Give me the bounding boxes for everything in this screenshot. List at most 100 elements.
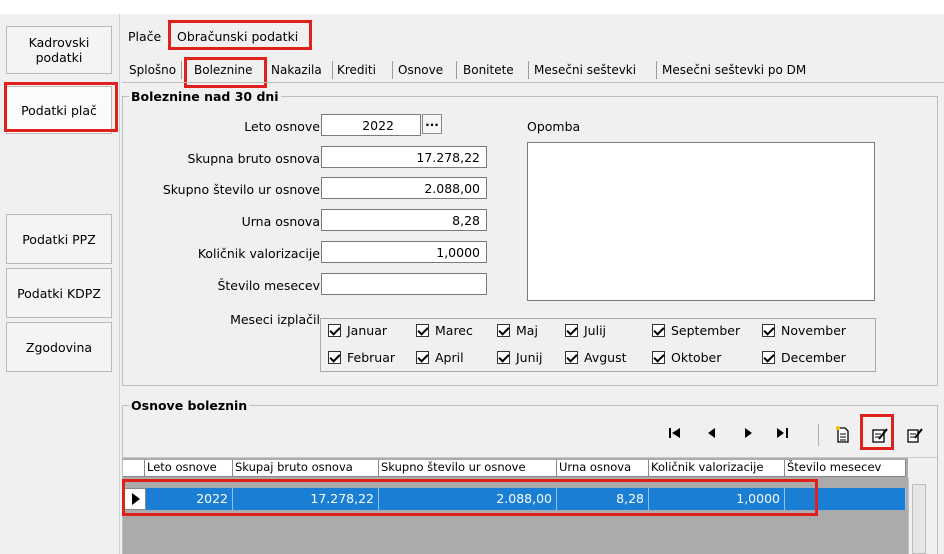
label-stevilo-mesecev: Število mesecev [217, 278, 320, 293]
grid-toolbar [123, 418, 937, 458]
tab-krediti[interactable]: Krediti [337, 63, 376, 77]
tab-osnove[interactable]: Osnove [398, 63, 443, 77]
skupna-bruto-osnova-field[interactable]: 17.278,22 [321, 146, 487, 168]
checkbox-icon [416, 324, 429, 337]
checkbox-april[interactable]: April [416, 350, 464, 365]
tab-place[interactable]: Plače [128, 29, 161, 44]
label-meseci-izplacil: Meseci izplačil [230, 312, 320, 327]
tab-nakazila[interactable]: Nakazila [271, 63, 322, 77]
tab-mesecni-sestevki-po-dm[interactable]: Mesečni seštevki po DM [662, 63, 806, 77]
column-header-urna-osnova[interactable]: Urna osnova [557, 460, 649, 477]
new-record-icon[interactable] [835, 425, 851, 443]
label-leto-osnove: Leto osnove [244, 119, 320, 134]
column-header-kolicnik-valorizacije[interactable]: Količnik valorizacije [649, 460, 785, 477]
tab-bonitete[interactable]: Bonitete [463, 63, 514, 77]
checkbox-julij[interactable]: Julij [565, 323, 606, 338]
checkbox-icon [565, 351, 578, 364]
skupno-stevilo-ur-field[interactable]: 2.088,00 [321, 177, 487, 199]
next-record-icon[interactable] [742, 426, 756, 440]
table-cell[interactable] [785, 488, 906, 510]
tab-boleznine[interactable]: Boleznine [194, 63, 253, 77]
sidebar-item-podatki-kdpz[interactable]: Podatki KDPZ [6, 268, 112, 318]
stevilo-mesecev-field[interactable] [321, 273, 487, 295]
checkbox-label: September [671, 323, 741, 338]
checkbox-september[interactable]: September [652, 323, 740, 338]
checkbox-marec[interactable]: Marec [416, 323, 473, 338]
tab-mesecni-sestevki[interactable]: Mesečni seštevki [534, 63, 636, 77]
sidebar-item-label: Podatki PPZ [22, 231, 96, 247]
table-cell[interactable]: 1,0000 [649, 488, 785, 510]
tab-obracunski-podatki[interactable]: Obračunski podatki [177, 29, 298, 44]
edit-record-icon[interactable] [871, 426, 889, 444]
checkbox-november[interactable]: November [762, 323, 846, 338]
sidebar-item-zgodovina[interactable]: Zgodovina [6, 322, 112, 372]
checkbox-maj[interactable]: Maj [497, 323, 538, 338]
checkbox-oktober[interactable]: Oktober [652, 350, 721, 365]
checkbox-junij[interactable]: Junij [497, 350, 542, 365]
scrollbar-thumb[interactable] [912, 484, 926, 554]
column-header-skupno-stevilo-ur[interactable]: Skupno število ur osnove [379, 460, 557, 477]
checkbox-januar[interactable]: Januar [328, 323, 387, 338]
column-header-leto-osnove[interactable]: Leto osnove [145, 460, 233, 477]
checkbox-label: Julij [584, 323, 607, 338]
sidebar-item-podatki-ppz[interactable]: Podatki PPZ [6, 214, 112, 264]
sidebar-item-label: Podatki KDPZ [17, 285, 101, 301]
checkbox-icon [497, 351, 510, 364]
checkbox-label: Marec [435, 323, 473, 338]
checkbox-icon [652, 324, 665, 337]
checkbox-december[interactable]: December [762, 350, 846, 365]
checkbox-februar[interactable]: Februar [328, 350, 395, 365]
tab-separator [392, 61, 393, 79]
table-cell[interactable]: 8,28 [557, 488, 649, 510]
edit-all-icon[interactable] [906, 426, 924, 444]
label-opomba: Opomba [527, 119, 581, 134]
column-header-skupaj-bruto-osnova[interactable]: Skupaj bruto osnova [233, 460, 379, 477]
table-cell[interactable]: 2.088,00 [379, 488, 557, 510]
checkbox-label: Februar [347, 350, 395, 365]
checkbox-icon [652, 351, 665, 364]
group-title: Boleznine nad 30 dni [129, 89, 281, 104]
tab-separator [456, 61, 457, 79]
urna-osnova-field[interactable]: 8,28 [321, 209, 487, 231]
sidebar-item-podatki-plac[interactable]: Podatki plač [6, 86, 112, 134]
opomba-textarea[interactable] [527, 142, 875, 301]
table-cell[interactable]: 2022 [146, 488, 233, 510]
checkbox-label: Junij [516, 350, 543, 365]
checkbox-label: Januar [347, 323, 387, 338]
previous-record-icon[interactable] [704, 426, 718, 440]
checkbox-label: Avgust [584, 350, 627, 365]
last-record-icon[interactable] [775, 426, 791, 440]
checkbox-label: April [435, 350, 464, 365]
sidebar-item-label: Zgodovina [25, 339, 93, 355]
tab-splosno[interactable]: Splošno [129, 63, 176, 77]
checkbox-label: November [781, 323, 847, 338]
group-title: Osnove boleznin [129, 398, 250, 413]
kolicnik-valorizacije-field[interactable]: 1,0000 [321, 241, 487, 263]
label-urna-osnova: Urna osnova [241, 214, 320, 229]
checkbox-icon [328, 324, 341, 337]
row-indicator-icon[interactable] [124, 488, 146, 510]
tab-separator [332, 61, 333, 79]
grid-scrollbar[interactable] [908, 478, 928, 554]
leto-osnove-field[interactable]: 2022 [321, 114, 421, 136]
checkbox-icon [328, 351, 341, 364]
tab-separator [528, 61, 529, 79]
checkbox-label: Oktober [671, 350, 722, 365]
checkbox-icon [497, 324, 510, 337]
table-cell[interactable]: 17.278,22 [233, 488, 379, 510]
checkbox-avgust[interactable]: Avgust [565, 350, 627, 365]
grid-header-indicator [123, 460, 145, 477]
checkbox-icon [416, 351, 429, 364]
toolbar-separator [818, 424, 819, 446]
tab-separator [656, 61, 657, 79]
sidebar-item-kadrovski-podatki[interactable]: Kadrovski podatki [6, 26, 112, 74]
checkbox-label: December [781, 350, 846, 365]
sidebar-item-label: Kadrovski podatki [28, 35, 90, 65]
column-header-stevilo-mesecev[interactable]: Število mesecev [785, 460, 906, 477]
label-skupno-stevilo-ur: Skupno število ur osnove [162, 182, 320, 197]
checkbox-icon [762, 324, 775, 337]
top-strip [0, 0, 944, 14]
first-record-icon[interactable] [668, 426, 682, 440]
checkbox-icon [565, 324, 578, 337]
ellipsis-button[interactable]: ... [422, 114, 442, 134]
